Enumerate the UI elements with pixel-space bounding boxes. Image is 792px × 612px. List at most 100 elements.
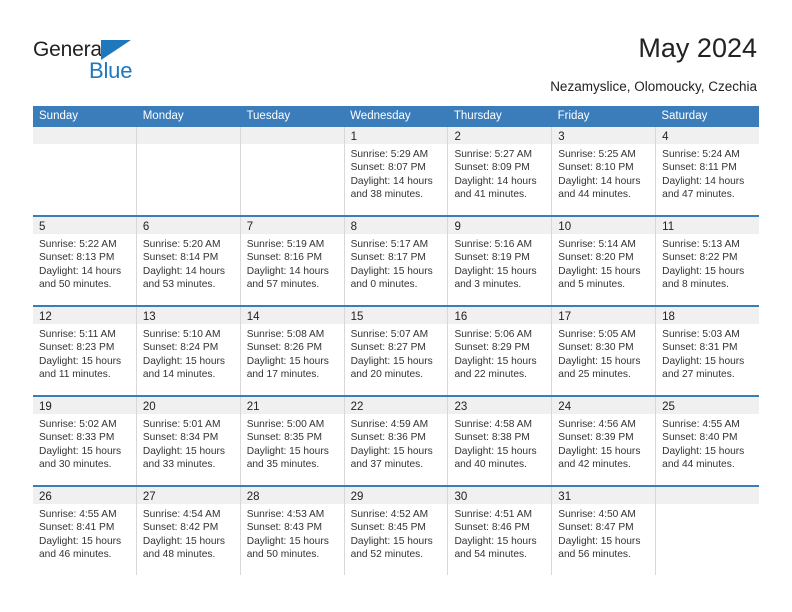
day-cell[interactable]: 13 Sunrise: 5:10 AM Sunset: 8:24 PM Dayligh… xyxy=(136,307,241,395)
daylight-text-line1: Daylight: 14 hours xyxy=(662,175,745,187)
day-number: 22 xyxy=(350,401,364,413)
daylight-text-line1: Daylight: 15 hours xyxy=(350,355,433,367)
daylight-text-line1: Daylight: 15 hours xyxy=(39,445,122,457)
day-cell[interactable]: 31 Sunrise: 4:50 AM Sunset: 8:47 PM Dayligh… xyxy=(552,487,657,575)
daylight-text-line1: Daylight: 14 hours xyxy=(454,175,537,187)
day-number-band: 7 xyxy=(240,217,344,234)
calendar-week-cells: 26 Sunrise: 4:55 AM Sunset: 8:41 PM Dayligh… xyxy=(33,487,760,575)
day-cell[interactable]: 5 Sunrise: 5:22 AM Sunset: 8:13 PM Daylight… xyxy=(33,217,137,305)
calendar-weeks: 1 Sunrise: 5:29 AM Sunset: 8:07 PM Daylight… xyxy=(33,127,760,575)
daylight-text-line1: Daylight: 15 hours xyxy=(350,535,433,547)
day-number: 10 xyxy=(558,221,572,233)
sunrise-text: Sunrise: 4:54 AM xyxy=(142,509,221,520)
day-number-band xyxy=(656,487,760,504)
day-number: 15 xyxy=(350,311,364,323)
day-cell[interactable]: 19 Sunrise: 5:02 AM Sunset: 8:33 PM Dayligh… xyxy=(33,397,137,485)
daylight-text-line2: and 11 minutes. xyxy=(39,369,111,381)
daylight-text-line2: and 48 minutes. xyxy=(142,549,216,561)
day-cell[interactable]: 20 Sunrise: 5:01 AM Sunset: 8:34 PM Dayligh… xyxy=(136,397,241,485)
day-number: 12 xyxy=(39,311,52,323)
sunset-text: Sunset: 8:39 PM xyxy=(558,432,634,444)
daylight-text-line2: and 0 minutes. xyxy=(350,279,418,291)
daylight-text-line2: and 14 minutes. xyxy=(142,369,216,381)
sunrise-text: Sunrise: 5:19 AM xyxy=(246,239,325,250)
daylight-text-line2: and 41 minutes. xyxy=(454,189,527,201)
day-number-band: 14 xyxy=(240,307,344,324)
day-cell[interactable]: 21 Sunrise: 5:00 AM Sunset: 8:35 PM Dayligh… xyxy=(240,397,345,485)
day-cell[interactable]: 12 Sunrise: 5:11 AM Sunset: 8:23 PM Dayligh… xyxy=(33,307,137,395)
day-cell[interactable]: 9 Sunrise: 5:16 AM Sunset: 8:19 PM Daylight… xyxy=(448,217,553,305)
sunset-text: Sunset: 8:17 PM xyxy=(350,252,426,264)
sunrise-text: Sunrise: 5:05 AM xyxy=(558,329,636,340)
sunrise-text: Sunrise: 5:13 AM xyxy=(662,239,740,250)
daylight-text-line1: Daylight: 15 hours xyxy=(662,355,745,367)
day-cell[interactable]: 18 Sunrise: 5:03 AM Sunset: 8:31 PM Dayligh… xyxy=(656,307,760,395)
sunset-text: Sunset: 8:13 PM xyxy=(39,252,115,264)
day-cell[interactable]: 1 Sunrise: 5:29 AM Sunset: 8:07 PM Daylight… xyxy=(344,127,449,215)
day-number: 14 xyxy=(246,311,260,323)
daylight-text-line2: and 25 minutes. xyxy=(558,369,631,381)
day-number-band: 29 xyxy=(344,487,448,504)
page-subtitle: Nezamyslice, Olomoucky, Czechia xyxy=(550,79,757,94)
day-cell[interactable]: 29 Sunrise: 4:52 AM Sunset: 8:45 PM Dayligh… xyxy=(344,487,449,575)
calendar-week-cells: 5 Sunrise: 5:22 AM Sunset: 8:13 PM Daylight… xyxy=(33,217,760,305)
day-sun-info: Sunrise: 5:07 AM Sunset: 8:27 PM Daylight:… xyxy=(345,324,448,382)
day-cell[interactable]: 16 Sunrise: 5:06 AM Sunset: 8:29 PM Dayligh… xyxy=(448,307,553,395)
day-number: 2 xyxy=(454,131,461,143)
calendar-week-row: 1 Sunrise: 5:29 AM Sunset: 8:07 PM Daylight… xyxy=(33,127,760,215)
daylight-text-line1: Daylight: 15 hours xyxy=(350,265,433,277)
day-cell[interactable]: 30 Sunrise: 4:51 AM Sunset: 8:46 PM Dayligh… xyxy=(448,487,553,575)
day-number-band: 31 xyxy=(552,487,656,504)
day-cell[interactable]: 15 Sunrise: 5:07 AM Sunset: 8:27 PM Dayligh… xyxy=(344,307,449,395)
logo-triangle-icon xyxy=(101,40,131,60)
day-cell[interactable]: 7 Sunrise: 5:19 AM Sunset: 8:16 PM Daylight… xyxy=(240,217,345,305)
day-number: 4 xyxy=(662,131,669,143)
day-sun-info: Sunrise: 4:56 AM Sunset: 8:39 PM Daylight:… xyxy=(552,414,655,472)
daylight-text-line1: Daylight: 15 hours xyxy=(454,445,537,457)
day-cell[interactable]: 11 Sunrise: 5:13 AM Sunset: 8:22 PM Dayligh… xyxy=(656,217,760,305)
day-number: 5 xyxy=(39,221,46,233)
daylight-text-line2: and 57 minutes. xyxy=(246,279,320,291)
daylight-text-line1: Daylight: 14 hours xyxy=(246,265,329,277)
day-cell-empty xyxy=(136,127,241,215)
day-cell[interactable]: 2 Sunrise: 5:27 AM Sunset: 8:09 PM Daylight… xyxy=(448,127,553,215)
general-blue-logo[interactable]: General Blue xyxy=(33,38,163,84)
day-cell[interactable]: 22 Sunrise: 4:59 AM Sunset: 8:36 PM Dayligh… xyxy=(344,397,449,485)
sunset-text: Sunset: 8:19 PM xyxy=(454,252,530,264)
daylight-text-line2: and 37 minutes. xyxy=(350,459,424,471)
day-cell[interactable]: 17 Sunrise: 5:05 AM Sunset: 8:30 PM Dayligh… xyxy=(552,307,657,395)
day-number: 16 xyxy=(454,311,468,323)
day-number-band: 10 xyxy=(552,217,656,234)
day-number: 8 xyxy=(350,221,357,233)
sunset-text: Sunset: 8:10 PM xyxy=(558,162,634,174)
daylight-text-line2: and 22 minutes. xyxy=(454,369,527,381)
day-number-band: 5 xyxy=(33,217,136,234)
day-cell[interactable]: 3 Sunrise: 5:25 AM Sunset: 8:10 PM Daylight… xyxy=(552,127,657,215)
day-cell[interactable]: 14 Sunrise: 5:08 AM Sunset: 8:26 PM Dayligh… xyxy=(240,307,345,395)
day-cell[interactable]: 27 Sunrise: 4:54 AM Sunset: 8:42 PM Dayligh… xyxy=(136,487,241,575)
day-sun-info: Sunrise: 5:05 AM Sunset: 8:30 PM Daylight:… xyxy=(552,324,655,382)
daylight-text-line1: Daylight: 15 hours xyxy=(558,535,641,547)
day-cell[interactable]: 28 Sunrise: 4:53 AM Sunset: 8:43 PM Dayligh… xyxy=(240,487,345,575)
day-cell[interactable]: 25 Sunrise: 4:55 AM Sunset: 8:40 PM Dayligh… xyxy=(656,397,760,485)
day-cell[interactable]: 24 Sunrise: 4:56 AM Sunset: 8:39 PM Dayligh… xyxy=(552,397,657,485)
day-cell[interactable]: 23 Sunrise: 4:58 AM Sunset: 8:38 PM Dayligh… xyxy=(448,397,553,485)
daylight-text-line2: and 33 minutes. xyxy=(142,459,216,471)
day-number: 26 xyxy=(39,491,52,503)
weekday-header-saturday: Saturday xyxy=(661,110,708,122)
daylight-text-line2: and 3 minutes. xyxy=(454,279,522,291)
day-number: 29 xyxy=(350,491,364,503)
sunrise-text: Sunrise: 5:11 AM xyxy=(39,329,116,340)
daylight-text-line1: Daylight: 15 hours xyxy=(142,445,225,457)
day-cell[interactable]: 8 Sunrise: 5:17 AM Sunset: 8:17 PM Daylight… xyxy=(344,217,449,305)
day-sun-info: Sunrise: 5:22 AM Sunset: 8:13 PM Daylight:… xyxy=(33,234,136,292)
day-cell[interactable]: 10 Sunrise: 5:14 AM Sunset: 8:20 PM Dayligh… xyxy=(552,217,657,305)
day-cell[interactable]: 26 Sunrise: 4:55 AM Sunset: 8:41 PM Dayligh… xyxy=(33,487,137,575)
daylight-text-line1: Daylight: 15 hours xyxy=(454,535,537,547)
day-number: 28 xyxy=(246,491,260,503)
page-header: General Blue May 2024 Nezamyslice, Olomo… xyxy=(0,0,792,106)
daylight-text-line2: and 53 minutes. xyxy=(142,279,216,291)
day-cell[interactable]: 4 Sunrise: 5:24 AM Sunset: 8:11 PM Daylight… xyxy=(656,127,760,215)
day-number-band: 28 xyxy=(240,487,344,504)
day-cell[interactable]: 6 Sunrise: 5:20 AM Sunset: 8:14 PM Daylight… xyxy=(136,217,241,305)
